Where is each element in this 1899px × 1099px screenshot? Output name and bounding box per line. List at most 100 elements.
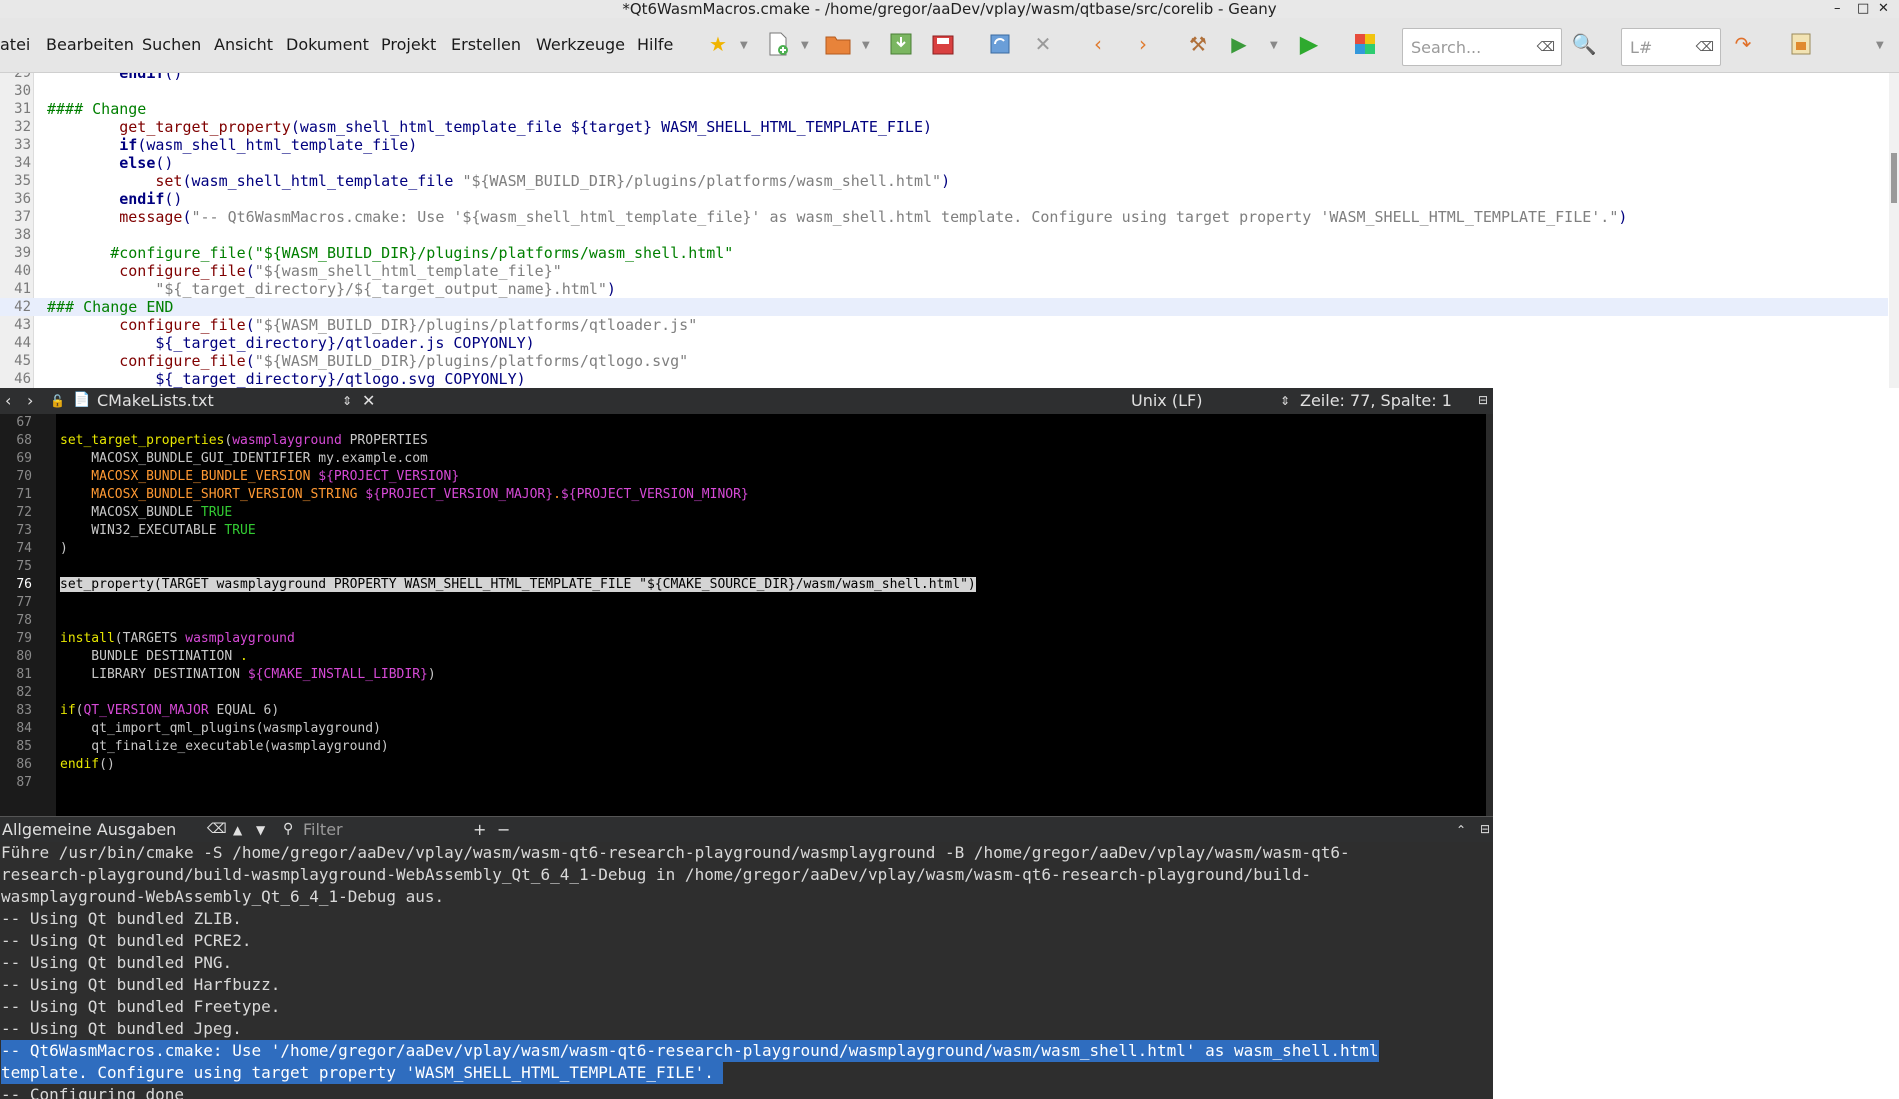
run-icon[interactable]: ▶: [1296, 30, 1322, 58]
code-line[interactable]: 86 endif(): [0, 756, 1486, 774]
code-line[interactable]: 34 else(): [0, 154, 1888, 172]
code-line[interactable]: 87: [0, 774, 1486, 792]
editor-bottom-scrollbar[interactable]: [1486, 414, 1493, 816]
collapse-panel-icon[interactable]: ⌃: [1456, 823, 1466, 837]
close-window-button[interactable]: ✕: [1878, 0, 1889, 18]
chevron-down-icon[interactable]: ▼: [862, 40, 872, 51]
editor-top-scrollbar[interactable]: [1889, 73, 1899, 388]
clear-messages-icon[interactable]: ⌫: [207, 821, 227, 837]
search-icon[interactable]: 🔍: [1571, 31, 1597, 57]
close-file-icon[interactable]: ✕: [1030, 31, 1056, 57]
message-line[interactable]: template. Configure using target propert…: [1, 1062, 724, 1084]
code-line[interactable]: 70 MACOSX_BUNDLE_BUNDLE_VERSION ${PROJEC…: [0, 468, 1486, 486]
code-line[interactable]: 76 set_property(TARGET wasmplayground PRO…: [0, 576, 1486, 594]
messages-output[interactable]: Führe /usr/bin/cmake -S /home/gregor/aaD…: [0, 842, 1493, 1099]
code-line[interactable]: 41 "${_target_directory}/${_target_outpu…: [0, 280, 1888, 298]
code-line[interactable]: 36 endif(): [0, 190, 1888, 208]
back-icon[interactable]: ‹: [1085, 31, 1111, 57]
chevron-up-icon[interactable]: ▲: [233, 823, 242, 837]
code-line[interactable]: 67: [0, 414, 1486, 432]
next-tab-icon[interactable]: ›: [27, 391, 33, 410]
clear-line-icon[interactable]: ⌫: [1696, 40, 1714, 55]
code-line[interactable]: 84 qt_import_qml_plugins(wasmplayground): [0, 720, 1486, 738]
code-line[interactable]: 83 if(QT_VERSION_MAJOR EQUAL 6): [0, 702, 1486, 720]
message-line[interactable]: -- Using Qt bundled Jpeg.: [1, 1018, 242, 1040]
menu-suchen[interactable]: Suchen: [142, 35, 201, 54]
editor-bottom[interactable]: 67 68 set_target_properties(wasmplayground…: [0, 414, 1486, 816]
code-line[interactable]: 79 install(TARGETS wasmplayground: [0, 630, 1486, 648]
code-line[interactable]: 68 set_target_properties(wasmplayground P…: [0, 432, 1486, 450]
code-line[interactable]: 80 BUNDLE DESTINATION .: [0, 648, 1486, 666]
message-line[interactable]: research-playground/build-wasmplayground…: [1, 864, 1311, 886]
message-line[interactable]: Führe /usr/bin/cmake -S /home/gregor/aaD…: [1, 842, 1350, 864]
chevron-down-icon[interactable]: ▼: [1876, 40, 1886, 51]
tab-switch-icon[interactable]: ⇕: [342, 394, 352, 408]
code-line[interactable]: 45 configure_file("${WASM_BUILD_DIR}/plu…: [0, 352, 1888, 370]
new-file-icon[interactable]: [765, 31, 791, 57]
compile-icon[interactable]: ⚒: [1185, 31, 1211, 57]
line-endings-label[interactable]: Unix (LF): [1131, 391, 1202, 410]
menu-erstellen[interactable]: Erstellen: [451, 35, 521, 54]
color-chooser-icon[interactable]: [1352, 31, 1378, 57]
close-tab-icon[interactable]: ✕: [362, 391, 375, 410]
code-line[interactable]: 44 ${_target_directory}/qtloader.js COPY…: [0, 334, 1888, 352]
scrollbar-thumb[interactable]: [1891, 153, 1897, 203]
code-line[interactable]: 71 MACOSX_BUNDLE_SHORT_VERSION_STRING ${…: [0, 486, 1486, 504]
maximize-panel-icon[interactable]: ⊟: [1480, 822, 1490, 836]
message-line[interactable]: wasmplayground-WebAssembly_Qt_6_4_1-Debu…: [1, 886, 444, 908]
chevron-down-icon[interactable]: ▼: [1270, 40, 1280, 51]
filter-input[interactable]: Filter: [303, 820, 343, 839]
message-line[interactable]: -- Qt6WasmMacros.cmake: Use '/home/grego…: [1, 1040, 1379, 1062]
menu-werkzeuge[interactable]: Werkzeuge: [536, 35, 625, 54]
code-line[interactable]: 38: [0, 226, 1888, 244]
line-endings-chevron-icon[interactable]: ⇕: [1280, 394, 1290, 408]
code-line[interactable]: 72 MACOSX_BUNDLE TRUE: [0, 504, 1486, 522]
chevron-down-icon[interactable]: ▼: [256, 823, 265, 837]
minimize-button[interactable]: –: [1834, 0, 1841, 18]
code-line[interactable]: 46 ${_target_directory}/qtlogo.svg COPYO…: [0, 370, 1888, 388]
code-line[interactable]: 35 set(wasm_shell_html_template_file "${…: [0, 172, 1888, 190]
code-line[interactable]: 30: [0, 82, 1888, 100]
star-icon[interactable]: ★: [705, 31, 731, 57]
menu-bearbeiten[interactable]: Bearbeiten: [46, 35, 134, 54]
code-line[interactable]: 37 message("-- Qt6WasmMacros.cmake: Use …: [0, 208, 1888, 226]
code-line[interactable]: 75: [0, 558, 1486, 576]
code-line[interactable]: 73 WIN32_EXECUTABLE TRUE: [0, 522, 1486, 540]
jump-to-line-icon[interactable]: ↷: [1730, 31, 1756, 57]
code-line[interactable]: 82: [0, 684, 1486, 702]
chevron-down-icon[interactable]: ▼: [801, 40, 811, 51]
build-icon[interactable]: ▶: [1226, 31, 1252, 57]
code-line[interactable]: 31 #### Change: [0, 100, 1888, 118]
menu-datei[interactable]: atei: [0, 35, 30, 54]
editor-top[interactable]: 29 endif() 30 31 #### Change 32 get_target_p…: [0, 73, 1888, 388]
forward-icon[interactable]: ›: [1130, 31, 1156, 57]
message-line[interactable]: -- Using Qt bundled PCRE2.: [1, 930, 251, 952]
code-line[interactable]: 74): [0, 540, 1486, 558]
menu-dokument[interactable]: Dokument: [286, 35, 369, 54]
code-line[interactable]: 39 #configure_file("${WASM_BUILD_DIR}/pl…: [0, 244, 1888, 262]
code-line[interactable]: 43 configure_file("${WASM_BUILD_DIR}/plu…: [0, 316, 1888, 334]
preferences-icon[interactable]: [1788, 31, 1814, 57]
code-line[interactable]: 40 configure_file("${wasm_shell_html_tem…: [0, 262, 1888, 280]
maximize-panel-icon[interactable]: ⊟: [1478, 393, 1488, 407]
message-line[interactable]: -- Using Qt bundled Harfbuzz.: [1, 974, 280, 996]
chevron-down-icon[interactable]: ▼: [740, 40, 750, 51]
open-folder-icon[interactable]: [825, 31, 851, 57]
code-line[interactable]: 42 ### Change END: [0, 298, 1888, 316]
add-panel-icon[interactable]: +: [473, 820, 486, 839]
menu-ansicht[interactable]: Ansicht: [214, 35, 273, 54]
message-line[interactable]: -- Using Qt bundled PNG.: [1, 952, 232, 974]
code-line[interactable]: 29 endif(): [0, 73, 1888, 82]
search-input[interactable]: Search... ⌫: [1402, 28, 1562, 66]
prev-tab-icon[interactable]: ‹: [5, 391, 11, 410]
goto-line-input[interactable]: L# ⌫: [1621, 28, 1721, 66]
code-line[interactable]: 69 MACOSX_BUNDLE_GUI_IDENTIFIER my.examp…: [0, 450, 1486, 468]
code-line[interactable]: 77: [0, 594, 1486, 612]
save-all-icon[interactable]: [930, 31, 956, 57]
message-line[interactable]: -- Using Qt bundled ZLIB.: [1, 908, 242, 930]
reload-icon[interactable]: [987, 31, 1013, 57]
menu-projekt[interactable]: Projekt: [381, 35, 436, 54]
code-line[interactable]: 81 LIBRARY DESTINATION ${CMAKE_INSTALL_L…: [0, 666, 1486, 684]
message-line[interactable]: -- Configuring done: [1, 1084, 184, 1099]
remove-panel-icon[interactable]: −: [497, 820, 510, 839]
